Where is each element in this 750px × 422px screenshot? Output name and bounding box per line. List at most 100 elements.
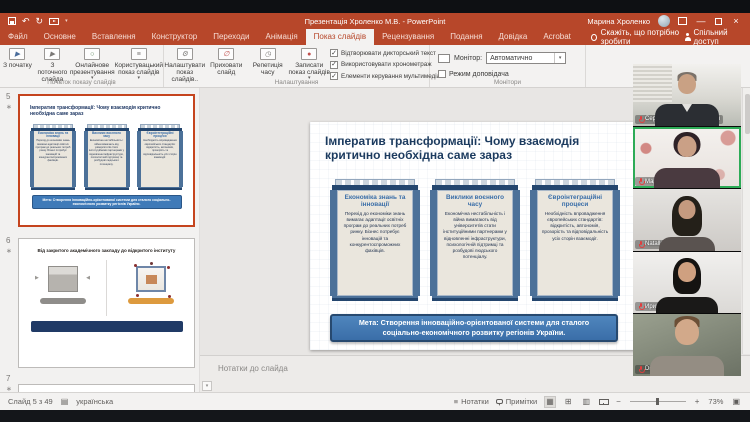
slide-7-thumbnail[interactable] (18, 384, 195, 392)
slide-5-thumbnail[interactable]: Імператив трансформації: Чому взаємодія … (18, 94, 195, 227)
participant-head (678, 136, 697, 157)
group-label-start: Початок показу слайдів (0, 79, 163, 86)
monitor-play-icon: ▶ (9, 48, 25, 60)
tab-insert[interactable]: Вставлення (84, 29, 144, 45)
rehearse-timings-label: Репетиція часу (247, 62, 289, 76)
tab-help[interactable]: Довідка (491, 29, 536, 45)
zoom-slider-thumb[interactable] (656, 398, 659, 405)
hide-slide-label: Приховати слайд (206, 62, 248, 76)
participant-head (678, 74, 696, 94)
undo-icon[interactable]: ↶ (22, 17, 30, 26)
thumb5-pillar: Виклики воєнного часуЕкономічна нестабіл… (84, 124, 130, 190)
zoom-slider[interactable] (630, 401, 686, 402)
pane-splitter-button[interactable]: ▾ (202, 381, 212, 391)
user-avatar[interactable] (658, 15, 670, 27)
video-tile-participant-1[interactable]: Сергій Олегович Кубіцький (633, 64, 741, 126)
slide-canvas[interactable]: Імператив трансформації: Чому взаємодія … (310, 122, 636, 350)
save-icon[interactable] (8, 17, 16, 25)
zoom-level[interactable]: 73% (708, 397, 723, 406)
slide-sorter-view-button[interactable]: ⊞ (563, 396, 574, 408)
video-tile-participant-3[interactable]: Natallia Hrechanik (633, 189, 741, 251)
play-narrations-checkbox[interactable]: ✓ Відтворювати дикторський текст (330, 49, 429, 57)
custom-slideshow-label: Користувацький показ слайдів (115, 62, 163, 76)
ribbon-display-options-icon[interactable] (678, 17, 687, 25)
tab-view[interactable]: Подання (442, 29, 490, 45)
tab-home[interactable]: Основне (36, 29, 84, 45)
pillar-eurointegration[interactable]: Євроінтеграційні процеси Необхідність вп… (530, 179, 620, 301)
share-button[interactable]: Спільний доступ (684, 29, 740, 45)
user-name[interactable]: Марина Хроленко (587, 17, 650, 26)
tab-acrobat[interactable]: Acrobat (535, 29, 579, 45)
notes-toggle-label: Нотатки (461, 397, 489, 406)
pillar-wartime-challenges[interactable]: Виклики воєнного часу Економічна нестабі… (430, 179, 520, 301)
use-timings-checkbox[interactable]: ✓ Використовувати хронометраж (330, 61, 429, 69)
from-beginning-label: З початку (3, 62, 32, 69)
participant-torso (655, 104, 719, 126)
vertical-scrollbar[interactable] (742, 88, 750, 354)
thumb6-open-cube-panel (106, 260, 194, 316)
ribbon-group-setup: ⚙ Налаштувати показ слайдів.. ∅ Приховат… (164, 45, 430, 87)
slideshow-view-button[interactable] (599, 399, 607, 405)
zoom-in-button[interactable]: + (693, 396, 702, 408)
muted-mic-icon (638, 178, 643, 185)
record-icon: ● (301, 48, 317, 60)
pillar-body: Перехід до економіки знань вимагає адапт… (339, 211, 411, 254)
rehearse-timings-button[interactable]: ◷ Репетиція часу (247, 45, 289, 78)
zoom-out-button[interactable]: − (614, 396, 623, 408)
normal-view-button[interactable]: ▦ (544, 396, 556, 408)
video-tile-participant-5[interactable]: Dima Stepanenko (633, 314, 741, 376)
thumb5-banner: Мета: Створення інноваційно-орієнтованої… (32, 195, 182, 209)
slide-6-thumbnail[interactable]: Від закритого академічного закладу до ві… (18, 238, 195, 368)
custom-slideshow-button[interactable]: ≡ Користувацький показ слайдів ▾ (115, 45, 163, 78)
language-indicator[interactable]: українська (76, 397, 113, 406)
tell-me-label: Скажіть, що потрібно зробити (601, 28, 685, 46)
fit-to-window-button[interactable]: ▣ (730, 396, 742, 408)
record-slideshow-button[interactable]: ● Записати показ слайдів ▾ (289, 45, 331, 78)
video-tile-participant-2-active[interactable]: Марина Хроленко (633, 127, 741, 189)
setup-slideshow-button[interactable]: ⚙ Налаштувати показ слайдів.. (164, 45, 206, 78)
monitor-select-value: Автоматично (490, 55, 532, 62)
pillar-base (432, 296, 518, 301)
redo-icon[interactable]: ↻ (36, 17, 44, 26)
tell-me-box[interactable]: Скажіть, що потрібно зробити (591, 29, 684, 45)
goal-banner[interactable]: Мета: Створення інноваційно-орієнтованої… (330, 314, 618, 342)
tab-slideshow[interactable]: Показ слайдів (306, 29, 374, 45)
pillar-title: Виклики воєнного часу (439, 194, 511, 209)
thumb5-pillars: Економіка знань та інноваціїПерехід до е… (30, 124, 183, 190)
participant-torso (656, 297, 718, 313)
tab-design[interactable]: Конструктор (144, 29, 206, 45)
slide-5-animation-star-icon: ∗ (6, 103, 12, 111)
monitor-globe-icon: ○ (84, 48, 100, 60)
hide-slide-button[interactable]: ∅ Приховати слайд (206, 45, 248, 78)
tab-file[interactable]: Файл (0, 29, 36, 45)
notes-toggle-button[interactable]: ≡ Нотатки (454, 397, 489, 406)
restore-button[interactable] (715, 18, 722, 25)
tab-transitions[interactable]: Переходи (205, 29, 257, 45)
from-beginning-button[interactable]: ▶ З початку (0, 45, 35, 78)
comments-toggle-button[interactable]: Примітки (496, 397, 537, 406)
qat-customize-caret-icon[interactable]: ▾ (65, 18, 68, 24)
slide-title[interactable]: Імператив трансформації: Чому взаємодія … (325, 135, 585, 163)
close-button[interactable]: × (730, 17, 742, 26)
video-tile-participant-4[interactable]: Ирина Шумилова (633, 252, 741, 314)
monitor-select[interactable]: Автоматично ▾ (486, 52, 566, 64)
arrow-right-icon: ▶ (35, 276, 39, 281)
reading-view-button[interactable]: ▥ (581, 396, 593, 408)
video-call-panel: Сергій Олегович Кубіцький Марина Хроленк… (633, 64, 741, 376)
pillar-title: Євроінтеграційні процеси (539, 194, 611, 209)
pillar-base (332, 296, 418, 301)
minimize-button[interactable]: — (695, 17, 707, 26)
tab-review[interactable]: Рецензування (374, 29, 442, 45)
from-current-slide-button[interactable]: ▶ З поточного слайда (35, 45, 70, 78)
pillar-knowledge-economy[interactable]: Економіка знань та інновації Перехід до … (330, 179, 420, 301)
slide-7-number: 7 (6, 374, 10, 383)
present-online-button[interactable]: ○ Онлайнове презентування ▾ (70, 45, 115, 78)
start-presentation-icon[interactable] (49, 18, 59, 25)
presenter-view-checkbox[interactable]: Режим доповідача (430, 64, 585, 78)
slide-thumbnail-panel: 5 ∗ Імператив трансформації: Чому взаємо… (0, 88, 200, 392)
titlebar-right: Марина Хроленко — × (587, 15, 742, 27)
tab-animations[interactable]: Анімація (257, 29, 305, 45)
record-slideshow-label: Записати показ слайдів (289, 62, 331, 76)
scrollbar-thumb[interactable] (745, 94, 750, 134)
proofing-book-icon[interactable]: ▤ (59, 396, 71, 408)
